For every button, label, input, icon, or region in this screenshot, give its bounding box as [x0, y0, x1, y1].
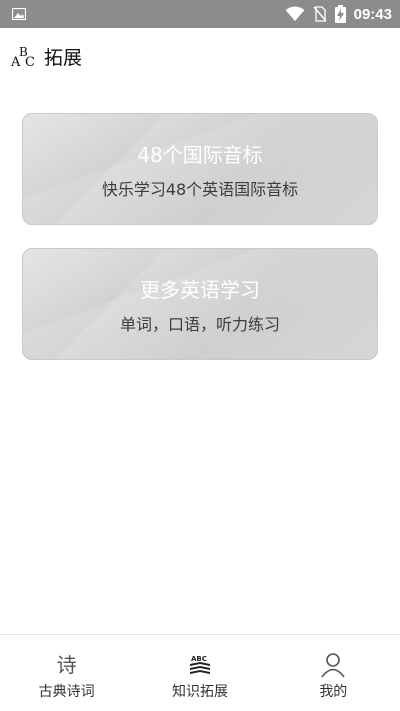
gallery-icon — [12, 8, 26, 20]
nav-item-knowledge[interactable]: ABC 知识拓展 — [133, 635, 266, 711]
wifi-icon — [285, 6, 305, 22]
poem-icon: 诗 — [56, 653, 77, 677]
abc-icon: A B C — [10, 43, 36, 70]
status-bar: 09:43 — [0, 0, 400, 28]
nav-label: 古典诗词 — [38, 684, 95, 700]
nav-label: 知识拓展 — [171, 684, 228, 700]
nav-label: 我的 — [319, 684, 348, 700]
status-time: 09:43 — [353, 5, 392, 23]
person-icon — [321, 651, 345, 679]
svg-text:ABC: ABC — [191, 655, 207, 663]
header: A B C 拓展 — [0, 28, 400, 84]
more-english-card[interactable]: 更多英语学习 单词，口语，听力练习 — [22, 248, 378, 360]
nav-item-mine[interactable]: 我的 — [267, 635, 400, 711]
card-subtitle: 快乐学习48个英语国际音标 — [101, 179, 299, 199]
nav-item-poems[interactable]: 诗 古典诗词 — [0, 635, 133, 711]
card-title: 更多英语学习 — [140, 277, 260, 302]
svg-text:C: C — [25, 55, 35, 69]
page-title: 拓展 — [44, 46, 83, 69]
no-sim-icon — [313, 6, 327, 22]
battery-charging-icon — [334, 5, 346, 23]
bottom-nav: 诗 古典诗词 ABC 知识拓展 我的 — [0, 634, 400, 711]
card-title: 48个国际音标 — [137, 142, 263, 167]
phonetics-card[interactable]: 48个国际音标 快乐学习48个英语国际音标 — [22, 113, 378, 225]
card-subtitle: 单词，口语，听力练习 — [119, 314, 280, 334]
abc-books-icon: ABC — [188, 651, 212, 679]
